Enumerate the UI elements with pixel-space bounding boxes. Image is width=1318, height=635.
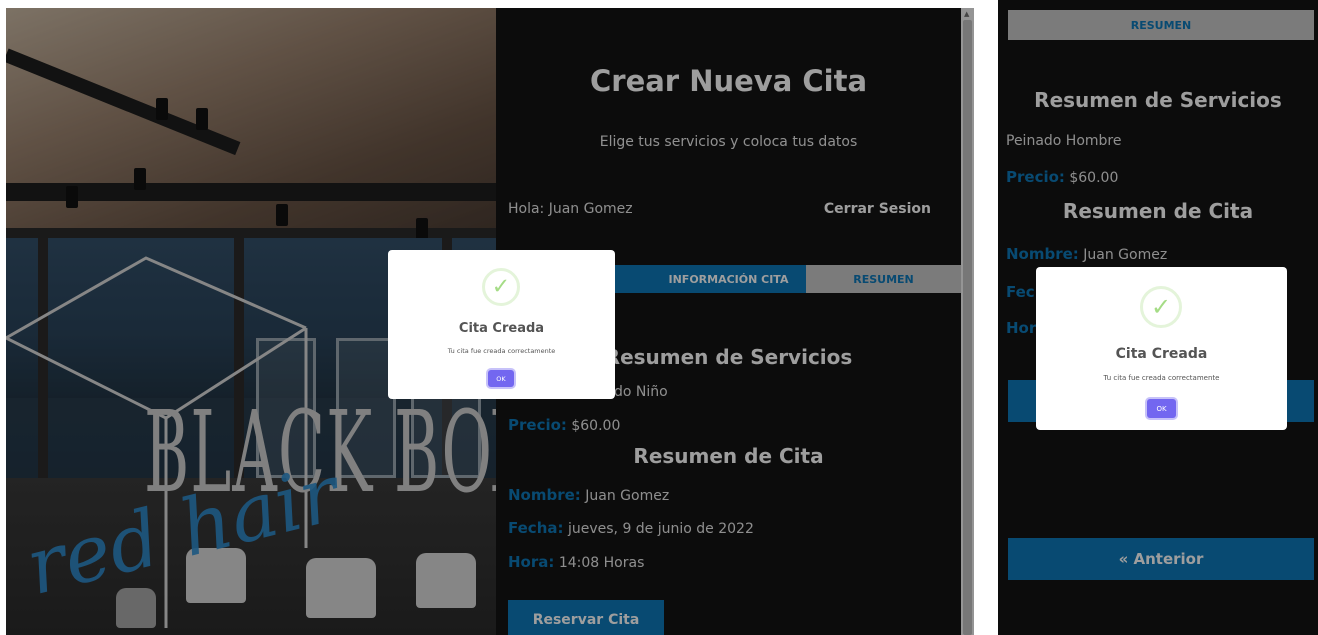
desktop-view: BLACK BOX red hair Crear Nueva Cita Elig…	[6, 8, 974, 635]
modal-text: Tu cita fue creada correctamente	[447, 347, 556, 355]
mobile-view: RESUMEN Resumen de Servicios Peinado Hom…	[998, 0, 1318, 635]
success-check-icon: ✓	[482, 268, 520, 306]
modal-title: Cita Creada	[1115, 346, 1208, 362]
success-modal: ✓ Cita Creada Tu cita fue creada correct…	[388, 250, 615, 399]
success-modal: ✓ Cita Creada Tu cita fue creada correct…	[1036, 267, 1287, 430]
screenshot-root: BLACK BOX red hair Crear Nueva Cita Elig…	[0, 0, 1318, 635]
modal-title: Cita Creada	[458, 321, 545, 336]
ok-button[interactable]: OK	[488, 370, 514, 387]
success-check-icon: ✓	[1140, 286, 1182, 328]
ok-button[interactable]: OK	[1147, 399, 1176, 418]
modal-text: Tu cita fue creada correctamente	[1103, 374, 1220, 382]
